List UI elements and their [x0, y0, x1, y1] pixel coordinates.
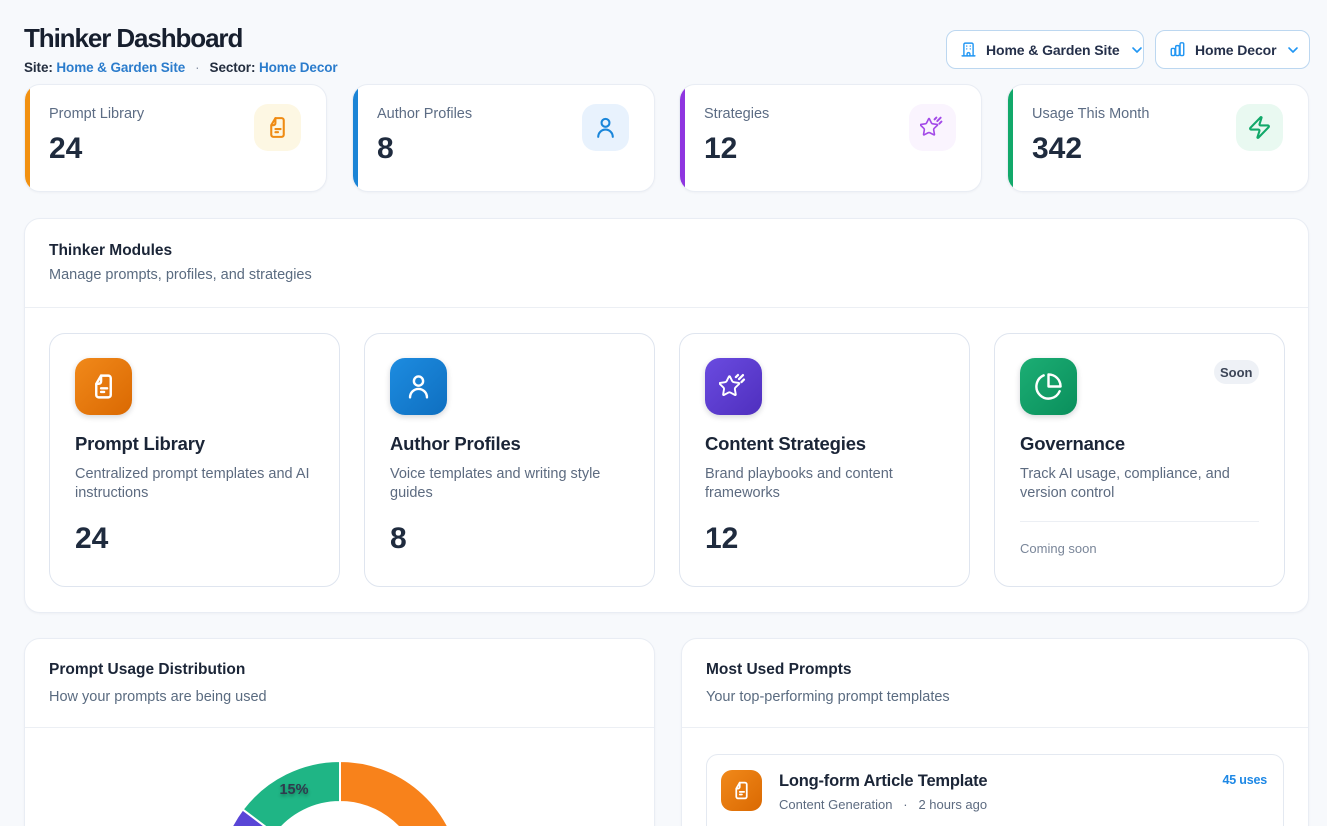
svg-text:15%: 15% [279, 782, 308, 798]
